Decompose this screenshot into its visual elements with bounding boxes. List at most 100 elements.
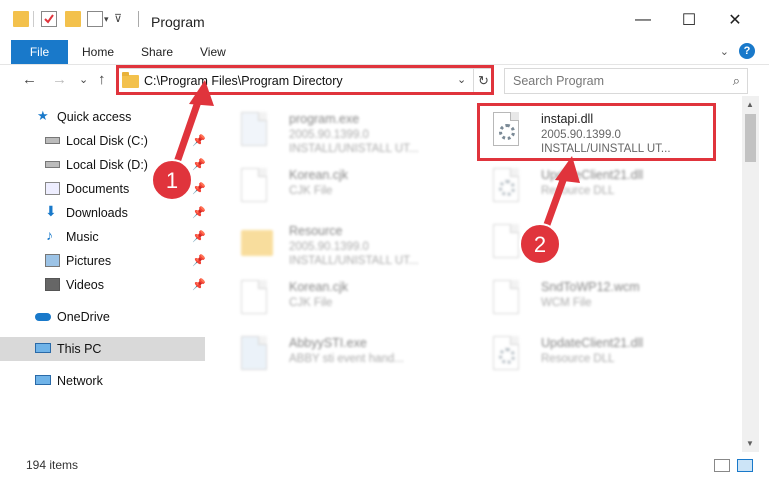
back-button[interactable]: ← [22, 71, 37, 88]
item-count: 194 items [26, 458, 79, 472]
file-item[interactable]: Korean.cjk CJK File [227, 272, 467, 324]
file-description: INSTALL/UNISTALL UT... [289, 143, 419, 155]
sidebar-item-videos[interactable]: Videos 📌 [0, 273, 206, 297]
sidebar-item-local-disk-d[interactable]: Local Disk (D:) 📌 [0, 153, 206, 177]
pin-icon[interactable]: 📌 [192, 230, 206, 243]
details-view-icon[interactable] [714, 459, 730, 472]
file-name: Korean.cjk [289, 280, 349, 294]
file-icon [241, 168, 275, 206]
navigation-pane: ★ Quick access Local Disk (C:) 📌 Local D… [0, 96, 215, 452]
file-highlight-box [477, 103, 716, 161]
file-name: UpdateClient21.dll [541, 336, 644, 350]
view-options-icon[interactable] [87, 11, 103, 27]
sidebar-item-label: Documents [66, 182, 130, 196]
minimize-button[interactable]: — [620, 0, 666, 40]
search-input[interactable]: Search Program [513, 74, 604, 88]
maximize-button[interactable]: ☐ [666, 0, 712, 40]
sidebar-item-pictures[interactable]: Pictures 📌 [0, 249, 206, 273]
documents-icon [45, 182, 60, 195]
sidebar-item-label: OneDrive [57, 310, 110, 324]
sidebar-item-local-disk-c[interactable]: Local Disk (C:) 📌 [0, 129, 206, 153]
expand-ribbon-icon[interactable]: ⌄ [720, 45, 729, 58]
file-item[interactable]: program.exe 2005.90.1399.0 INSTALL/UNIST… [227, 104, 467, 156]
search-icon[interactable]: ⌕ [733, 73, 740, 89]
sidebar-item-label: This PC [57, 342, 102, 356]
file-item[interactable]: SndToWP12.wcm WCM File [479, 272, 719, 324]
sidebar-item-label: Local Disk (D:) [66, 158, 148, 172]
file-version: 2005.90.1399.0 [289, 129, 369, 141]
sidebar-item-this-pc[interactable]: This PC [0, 337, 205, 361]
pin-icon[interactable]: 📌 [192, 158, 206, 171]
music-icon: ♪ [46, 227, 53, 243]
address-highlight-box [116, 65, 494, 95]
sidebar-item-onedrive[interactable]: OneDrive [0, 305, 205, 329]
up-button[interactable]: ↑ [98, 71, 106, 88]
properties-icon[interactable] [41, 11, 57, 27]
vertical-scrollbar[interactable]: ▲ ▼ [742, 96, 759, 452]
tab-file[interactable]: File [11, 40, 68, 64]
sidebar-item-label: Pictures [66, 254, 112, 268]
file-item[interactable]: Korean.cjk CJK File [227, 160, 467, 212]
folder-icon [13, 11, 29, 27]
file-icon [241, 280, 275, 318]
file-type: Resource DLL [541, 185, 615, 197]
dll-icon [493, 336, 527, 374]
file-type: CJK File [289, 297, 333, 309]
sidebar-item-downloads[interactable]: ⬇ Downloads 📌 [0, 201, 206, 225]
customize-toolbar-icon[interactable]: ⊽ [114, 12, 122, 25]
file-type: CJK File [289, 185, 333, 197]
sidebar-item-label: Videos [66, 278, 104, 292]
pin-icon[interactable]: 📌 [192, 206, 206, 219]
sidebar-item-label: Quick access [57, 110, 132, 124]
pin-icon[interactable]: 📌 [192, 134, 206, 147]
new-folder-icon[interactable] [65, 11, 81, 27]
forward-button[interactable]: → [52, 71, 67, 88]
pin-icon[interactable]: 📌 [192, 278, 206, 291]
file-item[interactable]: AbbyySTI.exe ABBY sti event hand... [227, 328, 467, 380]
close-button[interactable]: ✕ [712, 0, 758, 40]
file-description: ABBY sti event hand... [289, 353, 404, 365]
tab-view[interactable]: View [200, 40, 226, 64]
exe-icon [241, 112, 275, 150]
file-name: program.exe [289, 112, 360, 126]
computer-icon [35, 343, 51, 353]
file-name: Resource [289, 224, 343, 238]
divider [138, 11, 139, 27]
drive-icon [45, 161, 60, 168]
pin-icon[interactable]: 📌 [192, 254, 206, 267]
search-box[interactable]: Search Program ⌕ [504, 68, 748, 94]
tab-share[interactable]: Share [141, 40, 173, 64]
tab-home[interactable]: Home [82, 40, 114, 64]
sidebar-item-label: Music [66, 230, 99, 244]
file-name: UpdateClient21.dll [541, 168, 644, 182]
recent-locations-button[interactable]: ⌄ [79, 73, 88, 86]
sidebar-item-documents[interactable]: Documents 📌 [0, 177, 206, 201]
folder-item[interactable]: Resource 2005.90.1399.0 INSTALL/UNISTALL… [227, 216, 467, 268]
exe-icon [241, 336, 275, 374]
dll-icon [493, 168, 527, 206]
folder-icon [241, 224, 275, 262]
dropdown-icon[interactable]: ▾ [104, 14, 109, 25]
file-item[interactable]: ... ... [479, 216, 719, 268]
drive-icon [45, 137, 60, 144]
sidebar-item-label: Downloads [66, 206, 128, 220]
scroll-up-icon[interactable]: ▲ [746, 100, 754, 109]
help-button[interactable]: ? [739, 43, 755, 59]
file-type: WCM File [541, 297, 592, 309]
sidebar-item-music[interactable]: ♪ Music 📌 [0, 225, 206, 249]
tiles-view-icon[interactable] [737, 459, 753, 472]
file-type: Resource DLL [541, 353, 615, 365]
file-name: ... [541, 224, 552, 238]
scrollbar-thumb[interactable] [745, 114, 756, 162]
file-item[interactable]: UpdateClient21.dll Resource DLL [479, 328, 719, 380]
pin-icon[interactable]: 📌 [192, 182, 206, 195]
ribbon-tabs: File Home Share View ⌄ ? [0, 40, 769, 64]
file-item[interactable]: UpdateClient21.dll Resource DLL [479, 160, 719, 212]
video-icon [45, 278, 60, 291]
status-bar: 194 items [0, 452, 769, 493]
file-name: AbbyySTI.exe [289, 336, 367, 350]
sidebar-item-quick-access[interactable]: ★ Quick access [0, 105, 205, 129]
sidebar-item-network[interactable]: Network [0, 369, 205, 393]
cloud-icon [35, 313, 51, 321]
scroll-down-icon[interactable]: ▼ [746, 439, 754, 448]
